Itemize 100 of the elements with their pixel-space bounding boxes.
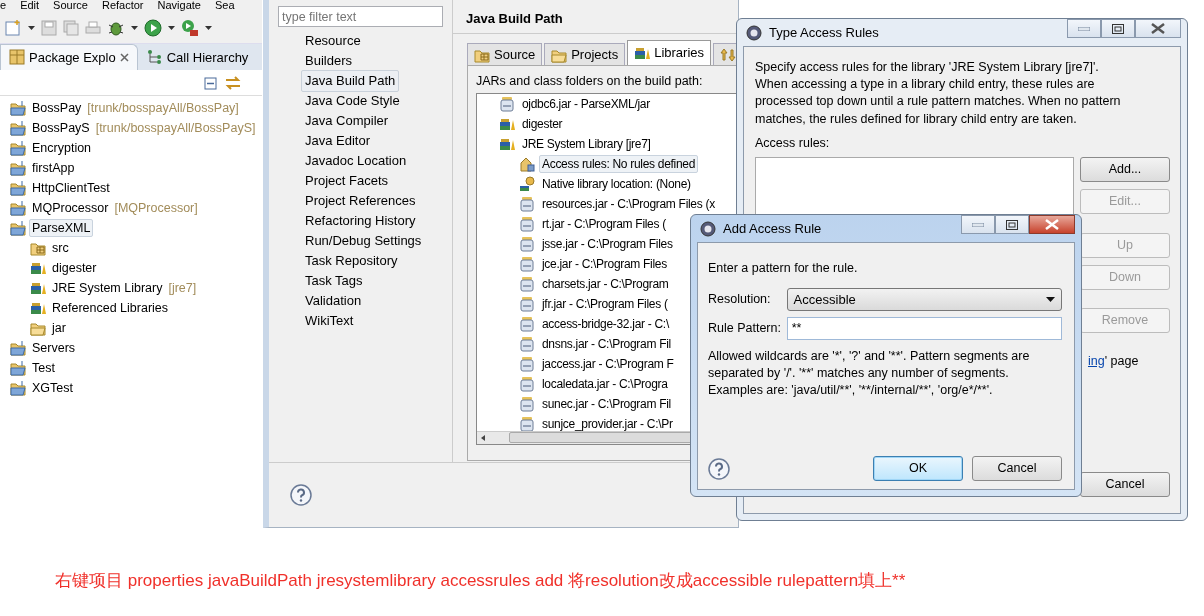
package-folder-icon — [30, 240, 46, 256]
project-folder-icon — [10, 140, 26, 156]
save-icon — [41, 19, 57, 36]
page-item[interactable]: Java Code Style — [301, 90, 404, 112]
dialog-button[interactable]: Add... — [1080, 156, 1170, 182]
help-icon — [708, 457, 730, 480]
tree-item[interactable]: Test — [29, 359, 58, 377]
tree-item[interactable]: MQProcessor — [29, 199, 112, 217]
tree-item[interactable]: firstApp — [29, 159, 78, 177]
help-text: Allowed wildcards are '*', '?' and '**'. Pattern segments are separated by '/'. '**' matches any number of segments. Examples are: 'java/util/**', '**/internal/**', 'org/e*/**'. — [708, 347, 1031, 399]
page-item[interactable]: Java Build Path — [301, 70, 400, 92]
tab[interactable]: Projects — [544, 43, 626, 65]
dropdown-caret-icon — [205, 25, 212, 30]
page-item[interactable]: Builders — [301, 50, 356, 72]
tab[interactable]: Source — [467, 43, 543, 65]
tree-item[interactable]: jar — [49, 319, 69, 337]
tree-item[interactable]: rt.jar - C:\Program Files ( — [539, 214, 669, 233]
tree-item[interactable]: HttpClientTest — [29, 179, 113, 197]
tree-item[interactable]: localedata.jar - C:\Progra — [539, 374, 671, 393]
tree-item[interactable]: ParseXML — [29, 219, 94, 237]
page-item[interactable]: Validation — [301, 290, 366, 312]
menu-item[interactable]: Navigate — [157, 0, 201, 12]
menu-item[interactable]: Edit — [20, 0, 40, 12]
project-folder-icon — [10, 100, 26, 116]
maximize-button[interactable] — [995, 215, 1029, 234]
menu-item[interactable]: Sea — [214, 0, 235, 12]
tree-item[interactable]: jfr.jar - C:\Program Files ( — [539, 294, 671, 313]
tree-item[interactable]: XGTest — [29, 379, 76, 397]
tree-item[interactable]: Servers — [29, 339, 79, 357]
tree-item[interactable]: access-bridge-32.jar - C:\ — [539, 314, 672, 333]
tree-item[interactable]: Referenced Libraries — [49, 299, 172, 317]
dialog-button[interactable]: Cancel — [972, 456, 1062, 481]
tree-item[interactable]: JRE System Library [jre7] — [519, 134, 654, 153]
books-icon — [634, 45, 651, 61]
prompt-text: Enter a pattern for the rule. — [708, 260, 859, 277]
field-label: Resolution: — [708, 290, 772, 308]
project-folder-icon — [10, 180, 26, 196]
books-icon — [30, 260, 46, 276]
page-item[interactable]: WikiText — [301, 310, 358, 332]
tree-item[interactable]: digester — [519, 114, 566, 133]
page-item[interactable]: Refactoring History — [301, 210, 420, 232]
link-suffix-text: ' page — [1104, 353, 1139, 368]
save-all-icon — [63, 19, 79, 36]
jar-icon — [519, 295, 535, 312]
page-item[interactable]: Resource — [301, 30, 365, 52]
page-item[interactable]: Project References — [301, 190, 420, 212]
link[interactable]: ing — [1088, 353, 1105, 368]
project-folder-icon — [10, 340, 26, 356]
resolution-dropdown[interactable]: Accessible — [786, 287, 1062, 311]
menu-item[interactable]: Refactor — [101, 0, 144, 12]
folder-icon — [30, 320, 46, 336]
pattern-field[interactable]: ** — [786, 316, 1062, 340]
tab[interactable]: Libraries — [627, 40, 712, 65]
maximize-button[interactable] — [1101, 19, 1135, 38]
tree-item[interactable]: sunjce_provider.jar - C:\Pr — [539, 414, 676, 431]
tree-item[interactable]: sunec.jar - C:\Program Fil — [539, 394, 674, 413]
tab[interactable] — [713, 43, 738, 65]
tree-item[interactable]: jsse.jar - C:\Program Files — [539, 234, 676, 253]
project-folder-icon — [10, 380, 26, 396]
close-icon — [1045, 219, 1059, 230]
cancel-button[interactable]: Cancel — [1080, 471, 1170, 497]
close-button[interactable] — [1135, 19, 1181, 38]
view-tab[interactable]: Package Explo — [0, 43, 138, 70]
tree-item[interactable]: Encryption — [29, 139, 95, 157]
tree-item[interactable]: ojdbc6.jar - ParseXML/jar — [519, 94, 653, 113]
call-tree-icon — [146, 49, 163, 66]
tree-item[interactable]: jce.jar - C:\Program Files — [539, 254, 670, 273]
minimize-icon — [1078, 26, 1090, 31]
page-item[interactable]: Javadoc Location — [301, 150, 411, 172]
jar-icon — [519, 395, 535, 412]
tree-item[interactable]: JRE System Library — [49, 279, 166, 297]
jar-icon — [519, 335, 535, 352]
jar-icon — [519, 255, 535, 272]
tree-item[interactable]: Access rules: No rules defined — [539, 154, 699, 173]
page-item[interactable]: Task Repository — [301, 250, 402, 272]
books-icon — [30, 300, 46, 316]
filter-field[interactable]: type filter text — [278, 6, 443, 27]
page-item[interactable]: Project Facets — [301, 170, 393, 192]
tree-item[interactable]: jaccess.jar - C:\Program F — [539, 354, 677, 373]
page-item[interactable]: Run/Debug Settings — [301, 230, 426, 252]
tree-item[interactable]: BossPayS — [29, 119, 93, 137]
minimize-icon — [972, 222, 984, 227]
page-item[interactable]: Java Compiler — [301, 110, 393, 132]
jar-icon — [519, 315, 535, 332]
close-button[interactable] — [1029, 215, 1075, 234]
menu-item[interactable]: e — [0, 0, 7, 12]
tree-item[interactable]: digester — [49, 259, 100, 277]
page-item[interactable]: Task Tags — [301, 270, 367, 292]
menu-item[interactable]: Source — [53, 0, 88, 12]
tree-item[interactable]: charsets.jar - C:\Program — [539, 274, 672, 293]
tree-item[interactable]: resources.jar - C:\Program Files (x — [539, 194, 718, 213]
page-item[interactable]: Java Editor — [301, 130, 375, 152]
tree-item[interactable]: Native library location: (None) — [539, 174, 694, 193]
dialog-button[interactable]: OK — [873, 456, 963, 481]
external-tools-icon — [181, 18, 199, 37]
jar-icon — [519, 235, 535, 252]
view-tab[interactable]: Call Hierarchy — [137, 43, 258, 70]
tree-item[interactable]: dnsns.jar - C:\Program Fil — [539, 334, 674, 353]
tree-item[interactable]: src — [49, 239, 72, 257]
tree-item[interactable]: BossPay — [29, 99, 85, 117]
